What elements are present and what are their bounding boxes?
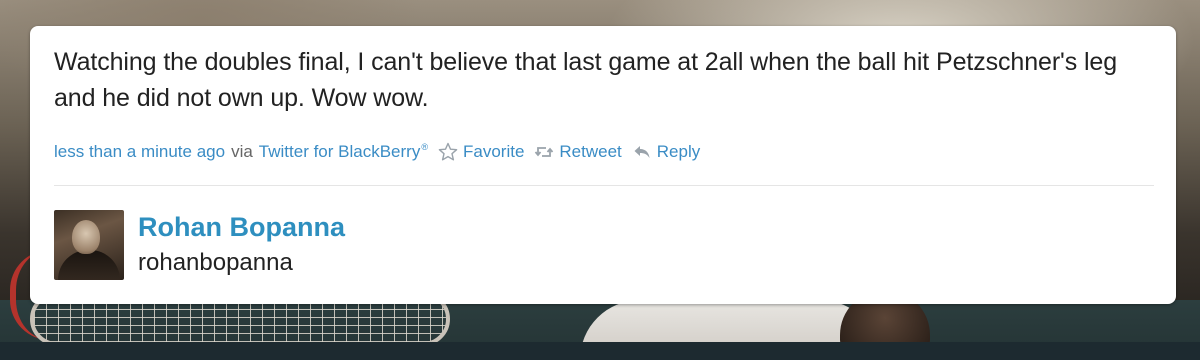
tweet-meta: less than a minute ago via Twitter for B…: [54, 138, 700, 166]
favorite-button[interactable]: Favorite: [438, 142, 524, 162]
registered-mark: ®: [421, 142, 428, 153]
tweet-card: Watching the doubles final, I can't beli…: [30, 26, 1176, 304]
retweet-icon: [534, 142, 554, 162]
avatar-body: [58, 250, 120, 280]
background-bottom-bar: [0, 342, 1200, 360]
user-handle: rohanbopanna: [138, 249, 293, 276]
star-icon: [438, 142, 458, 162]
divider: [54, 185, 1154, 186]
tweet-source-link[interactable]: Twitter for BlackBerry®: [259, 142, 428, 162]
tweet-timestamp-link[interactable]: less than a minute ago: [54, 142, 225, 162]
user-name-link[interactable]: Rohan Bopanna: [138, 210, 345, 244]
via-label: via: [231, 142, 253, 161]
avatar-face: [72, 220, 100, 254]
favorite-label: Favorite: [462, 142, 525, 161]
retweet-label: Retweet: [559, 142, 622, 161]
avatar[interactable]: [54, 210, 124, 280]
reply-button[interactable]: Reply: [632, 142, 700, 162]
tweet-text: Watching the doubles final, I can't beli…: [54, 48, 1118, 112]
reply-label: Reply: [656, 142, 701, 161]
retweet-button[interactable]: Retweet: [534, 142, 622, 162]
tweet-source-label: Twitter for BlackBerry: [258, 142, 421, 161]
reply-icon: [632, 142, 652, 162]
